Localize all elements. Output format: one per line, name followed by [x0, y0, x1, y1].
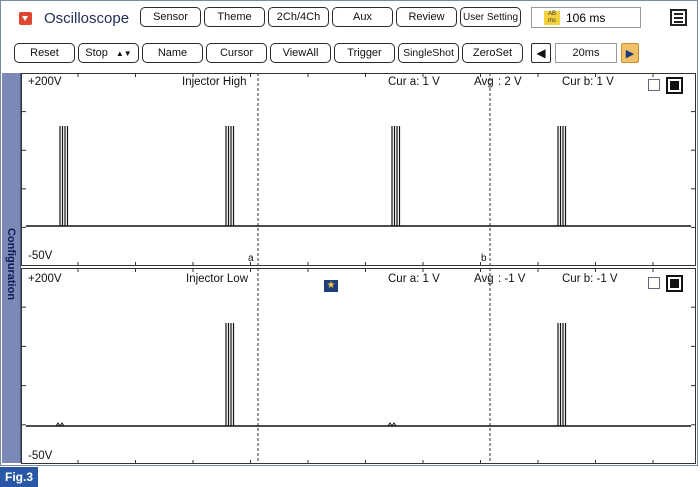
waveform-canvas	[21, 73, 696, 464]
figure-label: Fig.3	[0, 467, 38, 487]
